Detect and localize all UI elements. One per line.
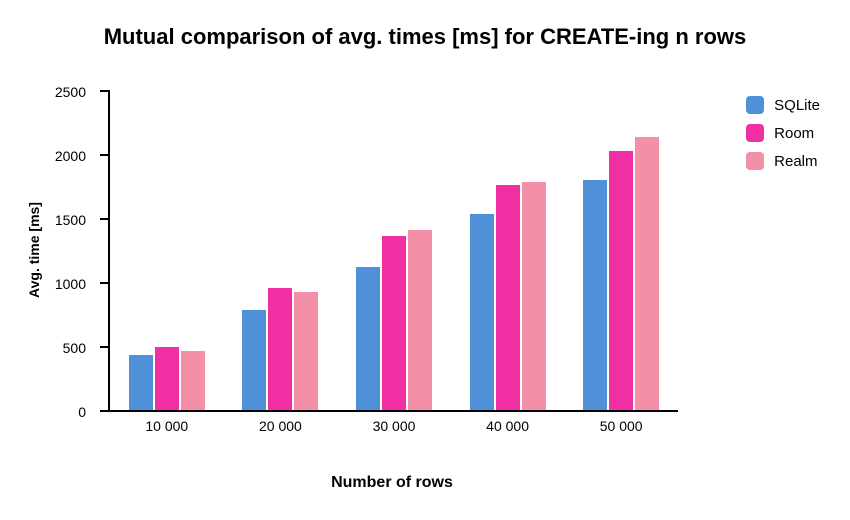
chart-title: Mutual comparison of avg. times [ms] for… <box>0 24 850 50</box>
y-axis-label: Avg. time [ms] <box>26 202 42 298</box>
y-tick-label: 2500 <box>55 84 86 100</box>
y-tick: 500 <box>100 346 110 348</box>
y-tick-label: 500 <box>63 340 86 356</box>
bar <box>609 151 633 410</box>
y-tick: 1500 <box>100 218 110 220</box>
bar <box>522 182 546 410</box>
bar <box>268 288 292 410</box>
bar <box>382 236 406 410</box>
bar <box>356 267 380 410</box>
legend-label: Room <box>774 125 814 142</box>
bar-group <box>129 347 205 410</box>
x-axis-label: Number of rows <box>108 474 676 492</box>
bar-group <box>356 230 432 410</box>
y-tick: 0 <box>100 410 110 412</box>
x-tick-label: 50 000 <box>600 418 643 434</box>
x-tick-label: 30 000 <box>373 418 416 434</box>
y-tick: 1000 <box>100 282 110 284</box>
legend-label: SQLite <box>774 97 820 114</box>
bar <box>635 137 659 410</box>
bar <box>408 230 432 410</box>
y-tick-label: 1500 <box>55 212 86 228</box>
legend-swatch <box>746 124 764 142</box>
y-tick-label: 0 <box>78 404 86 420</box>
legend-item: Room <box>746 124 820 142</box>
y-tick-label: 1000 <box>55 276 86 292</box>
bar <box>470 214 494 410</box>
bar-group <box>470 182 546 410</box>
legend-swatch <box>746 96 764 114</box>
plot-area: 0500100015002000250010 00020 00030 00040… <box>108 90 678 412</box>
bar <box>583 180 607 410</box>
x-tick-label: 10 000 <box>145 418 188 434</box>
y-tick-label: 2000 <box>55 148 86 164</box>
legend: SQLite Room Realm <box>746 96 820 180</box>
bar <box>294 292 318 410</box>
bar <box>155 347 179 410</box>
bar <box>242 310 266 410</box>
legend-swatch <box>746 152 764 170</box>
bar <box>181 351 205 410</box>
bar-chart: Mutual comparison of avg. times [ms] for… <box>0 0 850 520</box>
legend-item: SQLite <box>746 96 820 114</box>
y-tick: 2500 <box>100 90 110 92</box>
bar <box>496 185 520 410</box>
legend-item: Realm <box>746 152 820 170</box>
bar <box>129 355 153 410</box>
y-tick: 2000 <box>100 154 110 156</box>
bar-group <box>583 137 659 410</box>
x-tick-label: 40 000 <box>486 418 529 434</box>
x-tick-label: 20 000 <box>259 418 302 434</box>
legend-label: Realm <box>774 153 817 170</box>
bar-group <box>242 288 318 410</box>
